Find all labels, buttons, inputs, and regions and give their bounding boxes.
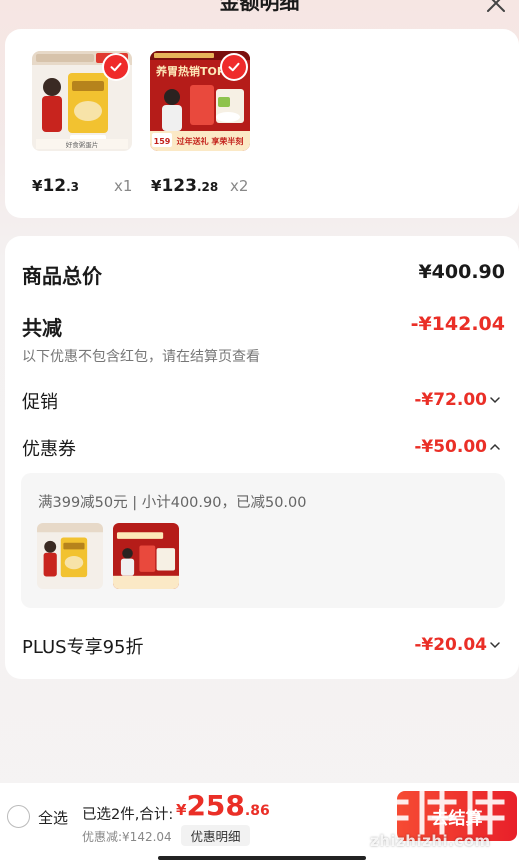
product-1-caption: 好食粥蛋片: [66, 140, 99, 149]
product-2-headline: 养胃热销TOP: [155, 64, 225, 78]
coupon-row-toggle[interactable]: -¥50.00: [414, 437, 501, 457]
close-button[interactable]: [481, 0, 511, 18]
checkmark-icon: [228, 62, 240, 72]
selected-badge-2[interactable]: [222, 55, 246, 79]
price-detail-card: 商品总价 ¥400.90 共减 -¥142.04 以下优惠不包含红包，请在结算页…: [5, 236, 519, 679]
discount-note: 以下优惠不包含红包，请在结算页查看: [22, 349, 260, 365]
product-2-tag: 159: [154, 137, 171, 146]
coupon-detail-text: 满399减50元 | 小计400.90，已减50.00: [38, 495, 307, 511]
total-label: 商品总价: [22, 264, 102, 288]
coupon-detail-box: 满399减50元 | 小计400.90，已减50.00: [21, 473, 505, 608]
selected-count: 已选2件,合计:: [82, 807, 174, 823]
reduce-label: 共减: [22, 316, 62, 340]
watermark-url: zhizhizhi.com: [370, 832, 491, 850]
home-indicator: [158, 856, 366, 860]
promo-row-toggle[interactable]: -¥72.00: [414, 390, 501, 410]
plus-label: PLUS专享95折: [22, 637, 144, 658]
close-icon: [487, 0, 505, 12]
total-value: ¥400.90: [418, 261, 505, 283]
reduce-value: -¥142.04: [410, 313, 505, 335]
discount-detail-button[interactable]: 优惠明细: [181, 825, 250, 846]
coupon-product-image-1: [37, 523, 103, 589]
select-all-radio[interactable]: [7, 805, 30, 828]
coupon-product-thumb-1: [37, 523, 103, 589]
discount-amount: 优惠减:¥142.04: [82, 830, 172, 844]
chevron-up-icon: [490, 443, 500, 450]
chevron-down-icon: [490, 642, 500, 649]
plus-value: -¥20.04: [414, 635, 487, 655]
checkmark-icon: [110, 62, 122, 72]
product-1-price: ¥12.3: [32, 176, 80, 196]
products-card: 好食粥蛋片 ¥12.3 x1 养胃热销TOP 159 过年送礼 享荣半刻 ¥12…: [5, 29, 519, 218]
total-amount: ¥258.86: [176, 789, 270, 822]
coupon-product-image-2: [113, 523, 179, 589]
product-thumbnail-2[interactable]: 养胃热销TOP 159 过年送礼 享荣半刻: [150, 51, 250, 151]
promo-value: -¥72.00: [414, 390, 487, 410]
product-thumbnail-1[interactable]: 好食粥蛋片: [32, 51, 132, 151]
plus-row-toggle[interactable]: -¥20.04: [414, 635, 501, 655]
select-all-label[interactable]: 全选: [38, 807, 68, 828]
promo-label: 促销: [22, 392, 58, 413]
product-2-banner: 过年送礼 享荣半刻: [177, 136, 244, 146]
product-2-qty: x2: [230, 177, 249, 195]
coupon-value: -¥50.00: [414, 437, 487, 457]
coupon-product-thumb-2: [113, 523, 179, 589]
selected-badge-1[interactable]: [104, 55, 128, 79]
modal-title: 金额明细: [219, 0, 300, 14]
chevron-down-icon: [490, 397, 500, 404]
coupon-label: 优惠券: [22, 439, 76, 460]
product-1-qty: x1: [114, 177, 133, 195]
product-2-price: ¥123.28: [151, 176, 219, 196]
